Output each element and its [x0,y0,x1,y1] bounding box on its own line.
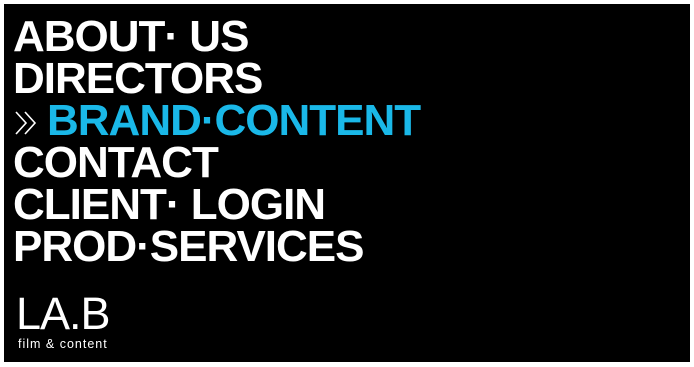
nav-item-prod-services[interactable]: PROD·SERVICES [13,225,420,269]
nav-item-directors[interactable]: DIRECTORS [13,57,420,101]
nav-item-label: PROD·SERVICES [13,222,364,271]
nav-item-brand-content[interactable]: BRAND·CONTENT [13,99,421,143]
nav-item-client-login[interactable]: CLIENT· LOGIN [13,183,420,227]
logo-mark: LA.B [16,288,111,339]
double-chevron-right-icon [15,111,37,135]
page-frame: ABOUT· US DIRECTORS BRAND·CONTENT CONTAC… [0,0,694,367]
main-nav: ABOUT· US DIRECTORS BRAND·CONTENT CONTAC… [13,15,421,269]
nav-item-contact[interactable]: CONTACT [13,141,420,185]
logo-tagline: film & content [18,337,108,351]
brand-logo[interactable]: LA.B film & content [16,288,111,351]
menu-panel: ABOUT· US DIRECTORS BRAND·CONTENT CONTAC… [4,4,690,362]
nav-item-about-us[interactable]: ABOUT· US [13,15,420,59]
